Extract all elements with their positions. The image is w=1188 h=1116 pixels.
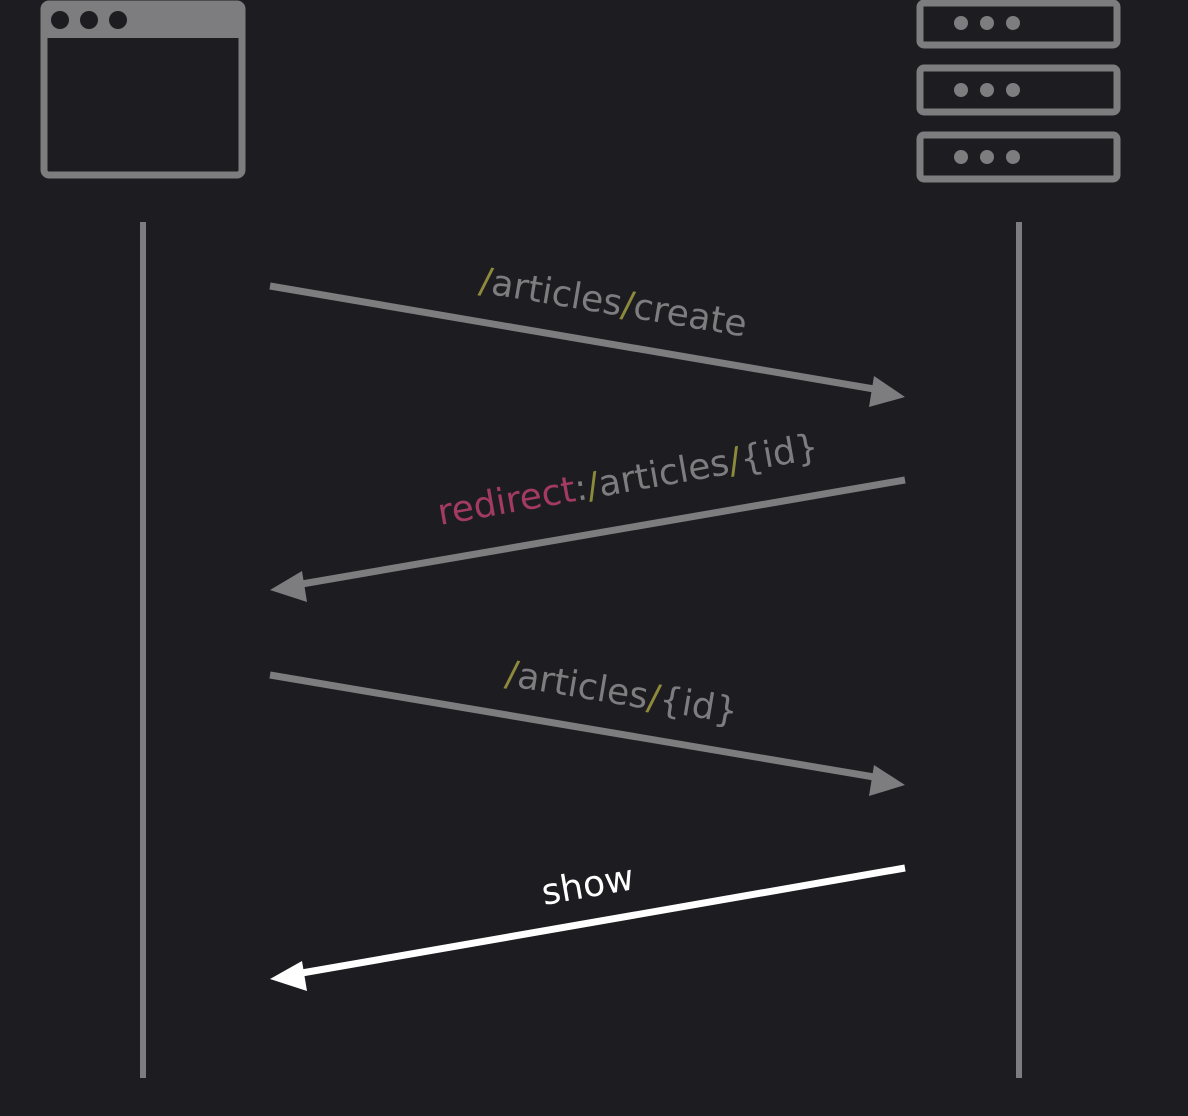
browser-window-icon [40,0,246,179]
label-part: redirect [434,469,578,534]
message-label: show [538,857,637,914]
server-stack-icon [916,0,1121,183]
arrowhead-left-icon [270,571,307,602]
label-part: articles [595,442,732,505]
label-part: {id} [656,679,740,732]
message-label: /articles/create [477,260,750,345]
message-label: redirect:/articles/{id} [434,426,821,533]
arrowhead-right-icon [869,376,905,407]
label-part: {id} [737,426,822,480]
label-part: articles [514,655,651,717]
message-show-response: show [270,857,906,991]
message-redirect-response: redirect:/articles/{id} [270,426,906,602]
message-create-request: /articles/create [269,260,905,407]
arrowhead-left-icon [270,961,307,991]
label-part: articles [488,262,625,324]
sequence-diagram: /articles/create redirect:/articles/{id}… [40,0,1121,1078]
arrowhead-right-icon [869,765,905,796]
message-article-request: /articles/{id} [269,653,905,796]
label-part: show [538,857,637,914]
label-part: create [630,286,749,345]
